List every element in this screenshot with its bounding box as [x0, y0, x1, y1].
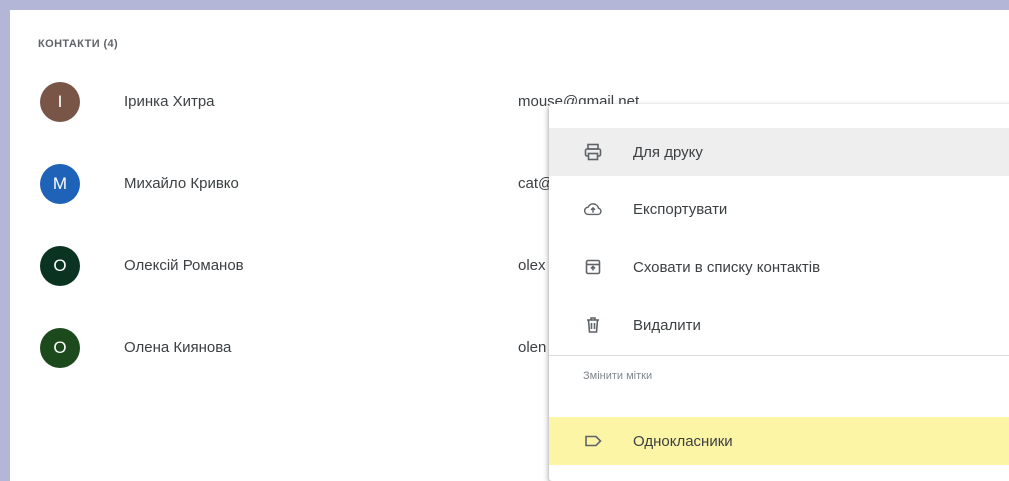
contact-name: Олексій Романов [124, 257, 244, 274]
contact-name: Олена Киянова [124, 339, 232, 356]
more-actions-menu: Для друку Експортувати Сховати в списку … [549, 104, 1009, 481]
contacts-header: КОНТАКТИ (4) [38, 38, 119, 50]
menu-item-hide-from-contacts[interactable]: Сховати в списку контактів [549, 243, 1009, 291]
menu-item-label: Сховати в списку контактів [633, 258, 821, 276]
change-labels-heading: Змінити мітки [583, 370, 653, 382]
cloud-upload-icon [583, 199, 603, 219]
menu-item-label: Для друку [633, 143, 703, 161]
menu-item-export[interactable]: Експортувати [549, 185, 1009, 233]
menu-item-label: Однокласники [633, 432, 733, 450]
hide-contact-icon [583, 257, 603, 277]
menu-item-delete[interactable]: Видалити [549, 301, 1009, 349]
contact-email: olex [518, 257, 546, 274]
contact-email: olen [518, 339, 547, 356]
menu-divider [549, 355, 1009, 356]
contact-name: Іринка Хитра [124, 93, 215, 110]
contact-name: Михайло Кривко [124, 175, 239, 192]
contact-email: cat@ [518, 175, 554, 192]
menu-label-classmates[interactable]: Однокласники [549, 417, 1009, 465]
menu-item-print[interactable]: Для друку [549, 128, 1009, 176]
printer-icon [583, 142, 603, 162]
trash-icon [583, 315, 603, 335]
label-icon [583, 431, 603, 451]
menu-item-label: Видалити [633, 316, 701, 334]
avatar: О [40, 328, 80, 368]
menu-item-label: Експортувати [633, 200, 728, 218]
avatar: І [40, 82, 80, 122]
avatar: M [40, 164, 80, 204]
avatar: О [40, 246, 80, 286]
